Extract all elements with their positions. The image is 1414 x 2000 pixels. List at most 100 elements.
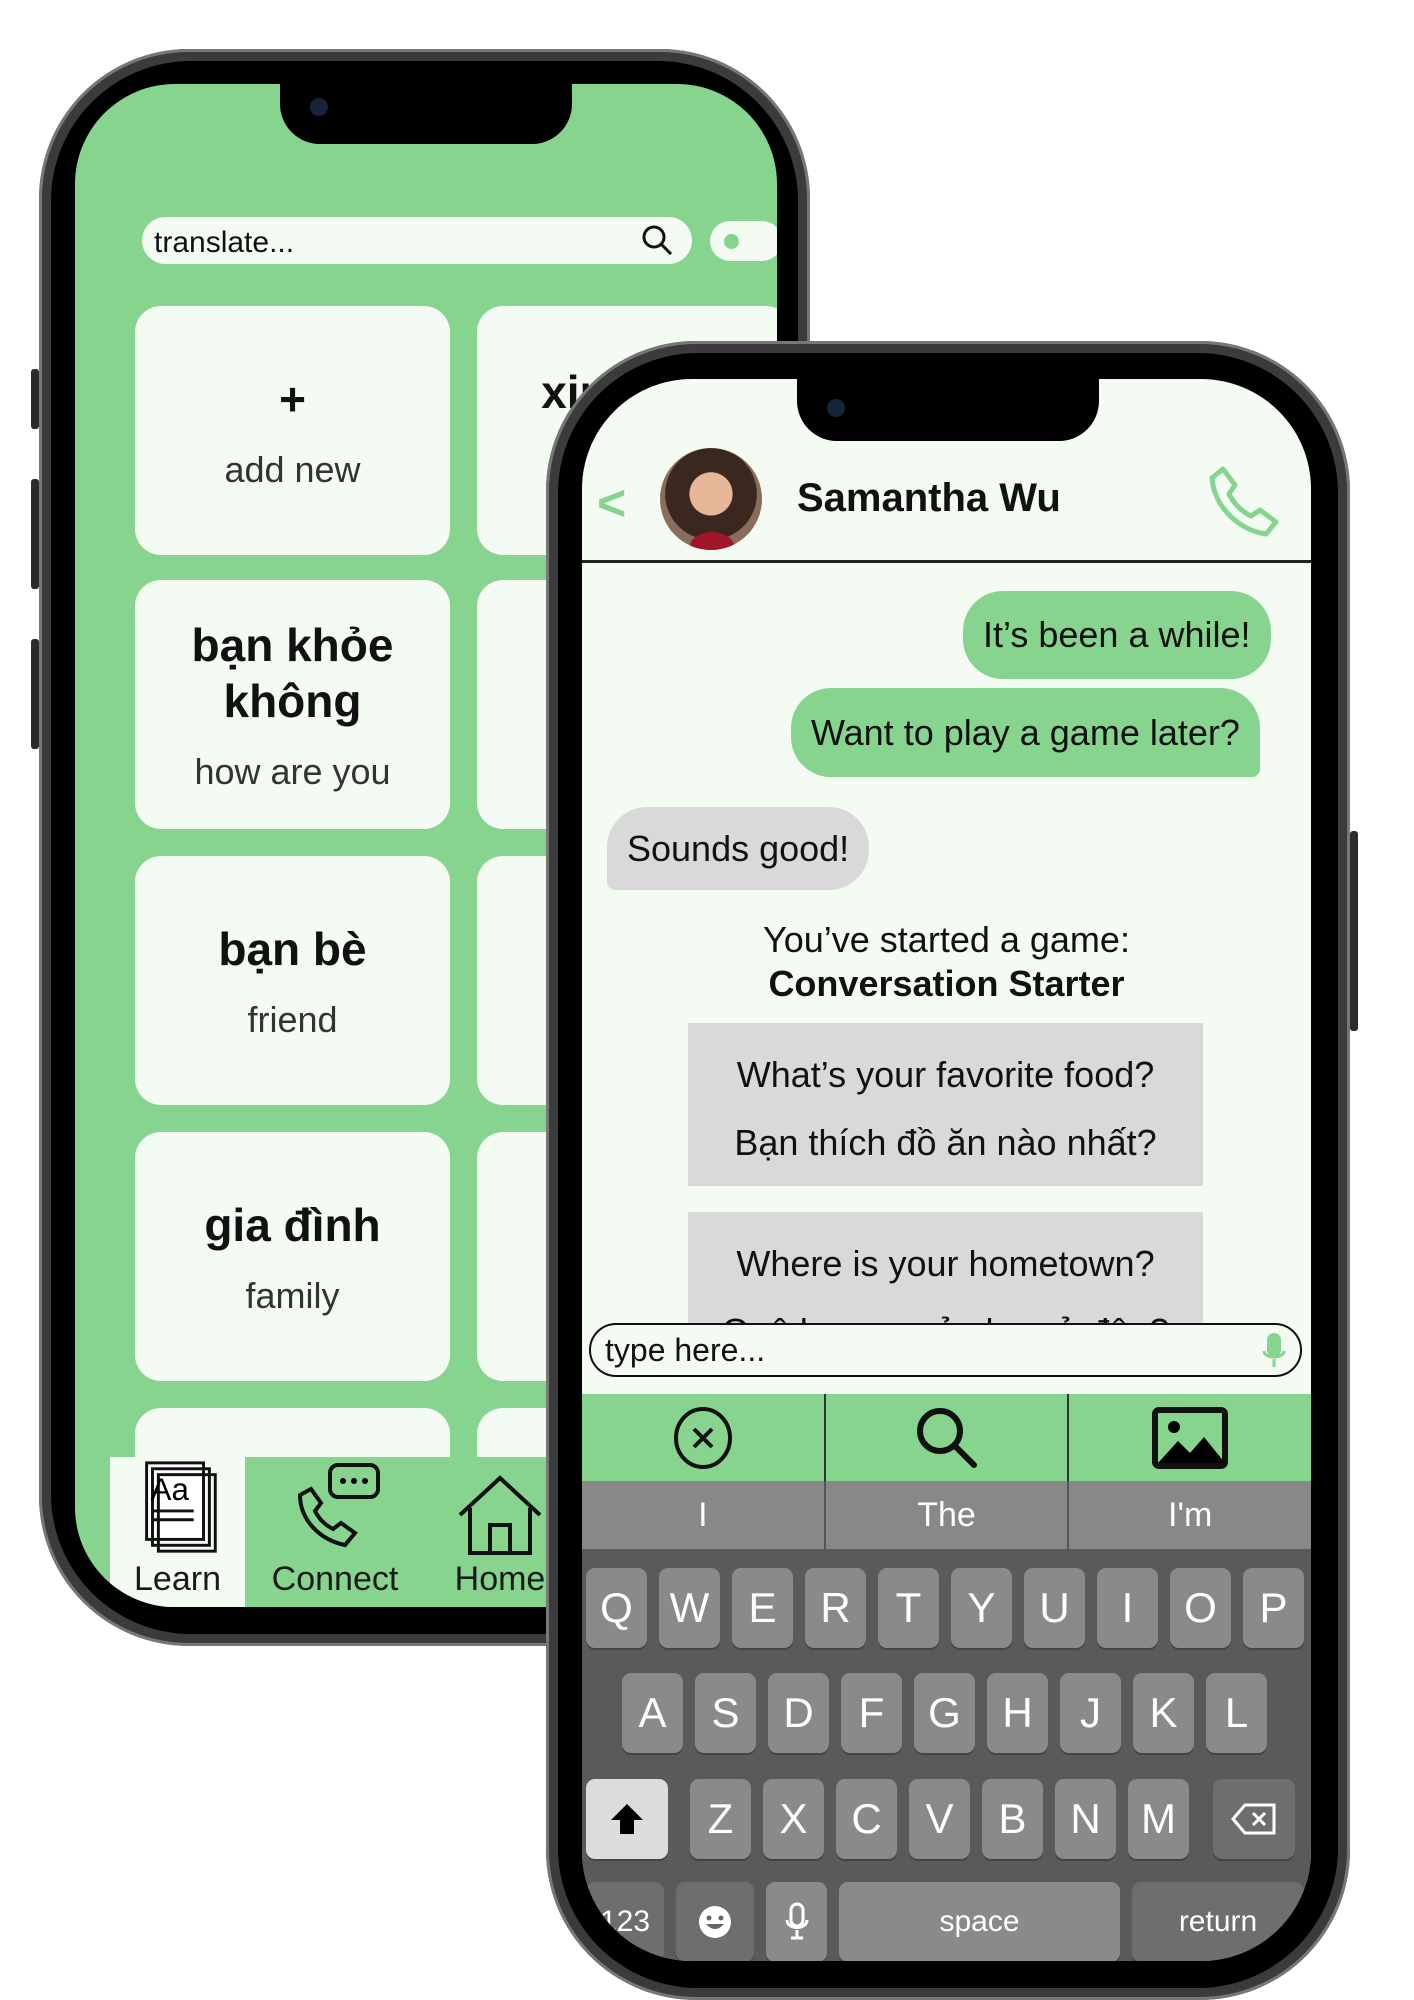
home-icon (458, 1475, 542, 1555)
volume-up-button (31, 479, 39, 589)
key-n[interactable]: N (1055, 1779, 1116, 1859)
search-icon[interactable] (640, 223, 674, 257)
nav-label: Home (454, 1560, 546, 1598)
game-intro: You’ve started a game: (763, 919, 1130, 960)
microphone-icon[interactable] (1262, 1331, 1286, 1371)
game-name: Conversation Starter (768, 963, 1125, 1004)
card-subtitle: add new (224, 448, 361, 490)
search-placeholder: translate... (154, 226, 295, 259)
notch (280, 84, 572, 144)
card-subtitle: how are you (194, 750, 391, 792)
phone-call-icon[interactable] (1202, 464, 1282, 544)
svg-text:Aa: Aa (150, 1472, 189, 1507)
message-bubble-outgoing: Want to play a game later? (791, 688, 1260, 777)
game-prompt-card[interactable]: Where is your hometown? Quê hương của bạ… (688, 1212, 1203, 1323)
nav-label: Connect (271, 1560, 399, 1598)
key-k[interactable]: K (1133, 1673, 1194, 1753)
nav-label: Learn (134, 1560, 221, 1598)
chat-phone: < Samantha Wu It’s been a while! Want to… (546, 341, 1358, 2000)
space-key[interactable]: space (839, 1882, 1120, 1961)
image-button[interactable] (1069, 1394, 1311, 1481)
back-button[interactable]: < (597, 474, 626, 532)
suggestion[interactable]: I'm (1069, 1481, 1311, 1549)
key-a[interactable]: A (622, 1673, 683, 1753)
key-b[interactable]: B (982, 1779, 1043, 1859)
image-icon (1152, 1406, 1229, 1469)
game-prompt-card[interactable]: What’s your favorite food? Bạn thích đồ … (688, 1023, 1203, 1186)
key-i[interactable]: I (1097, 1568, 1158, 1648)
key-s[interactable]: S (695, 1673, 756, 1753)
key-v[interactable]: V (909, 1779, 970, 1859)
key-z[interactable]: Z (690, 1779, 751, 1859)
card-title: gia đình (204, 1198, 381, 1251)
numbers-key[interactable]: 123 (586, 1882, 664, 1961)
dictation-key[interactable] (766, 1882, 827, 1961)
add-new-card[interactable]: + add new (135, 306, 450, 555)
key-w[interactable]: W (659, 1568, 720, 1648)
shift-key[interactable] (586, 1779, 668, 1859)
backspace-icon (1231, 1803, 1276, 1835)
prompt-vietnamese: Bạn thích đồ ăn nào nhất? (734, 1122, 1157, 1163)
key-h[interactable]: H (987, 1673, 1048, 1753)
keyboard-toolbar (582, 1394, 1311, 1481)
card-title: + (279, 372, 306, 425)
camera (310, 98, 328, 116)
mode-toggle[interactable] (710, 221, 777, 261)
prompt-english: Where is your hometown? (736, 1243, 1155, 1284)
contact-name: Samantha Wu (797, 476, 1061, 520)
emoji-icon (699, 1906, 731, 1938)
emoji-key[interactable] (676, 1882, 754, 1961)
dictionary-icon: Aa (144, 1461, 217, 1553)
card-title: bạn khỏe không (191, 618, 394, 727)
key-x[interactable]: X (763, 1779, 824, 1859)
input-placeholder: type here... (605, 1332, 766, 1368)
key-d[interactable]: D (768, 1673, 829, 1753)
suggestion[interactable]: The (826, 1481, 1070, 1549)
key-t[interactable]: T (878, 1568, 939, 1648)
chat-screen: < Samantha Wu It’s been a while! Want to… (582, 379, 1311, 1961)
key-l[interactable]: L (1206, 1673, 1267, 1753)
key-o[interactable]: O (1170, 1568, 1231, 1648)
key-c[interactable]: C (836, 1779, 897, 1859)
key-u[interactable]: U (1024, 1568, 1085, 1648)
key-q[interactable]: Q (586, 1568, 647, 1648)
search-button[interactable] (826, 1394, 1070, 1481)
key-m[interactable]: M (1128, 1779, 1189, 1859)
message-bubble-outgoing: It’s been a while! (963, 591, 1271, 679)
key-g[interactable]: G (914, 1673, 975, 1753)
shift-arrow-icon (611, 1804, 643, 1834)
key-j[interactable]: J (1060, 1673, 1121, 1753)
suggestion[interactable]: I (582, 1481, 826, 1549)
chat-header: < Samantha Wu (582, 379, 1311, 563)
key-f[interactable]: F (841, 1673, 902, 1753)
close-circle-icon (673, 1406, 732, 1469)
suggestions-bar: I The I'm (582, 1481, 1311, 1549)
card-subtitle: friend (247, 998, 338, 1040)
key-y[interactable]: Y (951, 1568, 1012, 1648)
return-key[interactable]: return (1132, 1882, 1304, 1961)
prompt-english: What’s your favorite food? (736, 1054, 1155, 1095)
message-bubble-incoming: Sounds good! (607, 807, 870, 890)
card-title: bạn bè (218, 922, 367, 975)
phrase-card[interactable]: bạn khỏe không how are you (135, 580, 450, 829)
nav-learn[interactable]: Aa Learn (110, 1457, 245, 1607)
keyboard: QWERTYUIOP ASDFGHJKL ZXCVBNM 123 space r… (582, 1549, 1311, 1961)
prompt-vietnamese: Quê hương của bạn ở đâu? (688, 1298, 1203, 1323)
card-subtitle: family (245, 1274, 340, 1316)
side-button (31, 369, 39, 429)
search-icon (916, 1407, 977, 1468)
key-p[interactable]: P (1243, 1568, 1304, 1648)
phrase-card[interactable]: gia đình family (135, 1132, 450, 1381)
phrase-card[interactable]: bạn bè friend (135, 856, 450, 1105)
close-button[interactable] (582, 1394, 826, 1481)
message-input[interactable]: type here... (589, 1323, 1302, 1377)
nav-connect[interactable]: Connect (245, 1457, 425, 1607)
phone-chat-icon (297, 1463, 380, 1548)
microphone-icon (785, 1902, 808, 1940)
avatar[interactable] (660, 448, 762, 550)
backspace-key[interactable] (1213, 1779, 1295, 1859)
key-e[interactable]: E (732, 1568, 793, 1648)
key-r[interactable]: R (805, 1568, 866, 1648)
volume-down-button (31, 639, 39, 749)
translate-search-input[interactable]: translate... (142, 217, 692, 264)
